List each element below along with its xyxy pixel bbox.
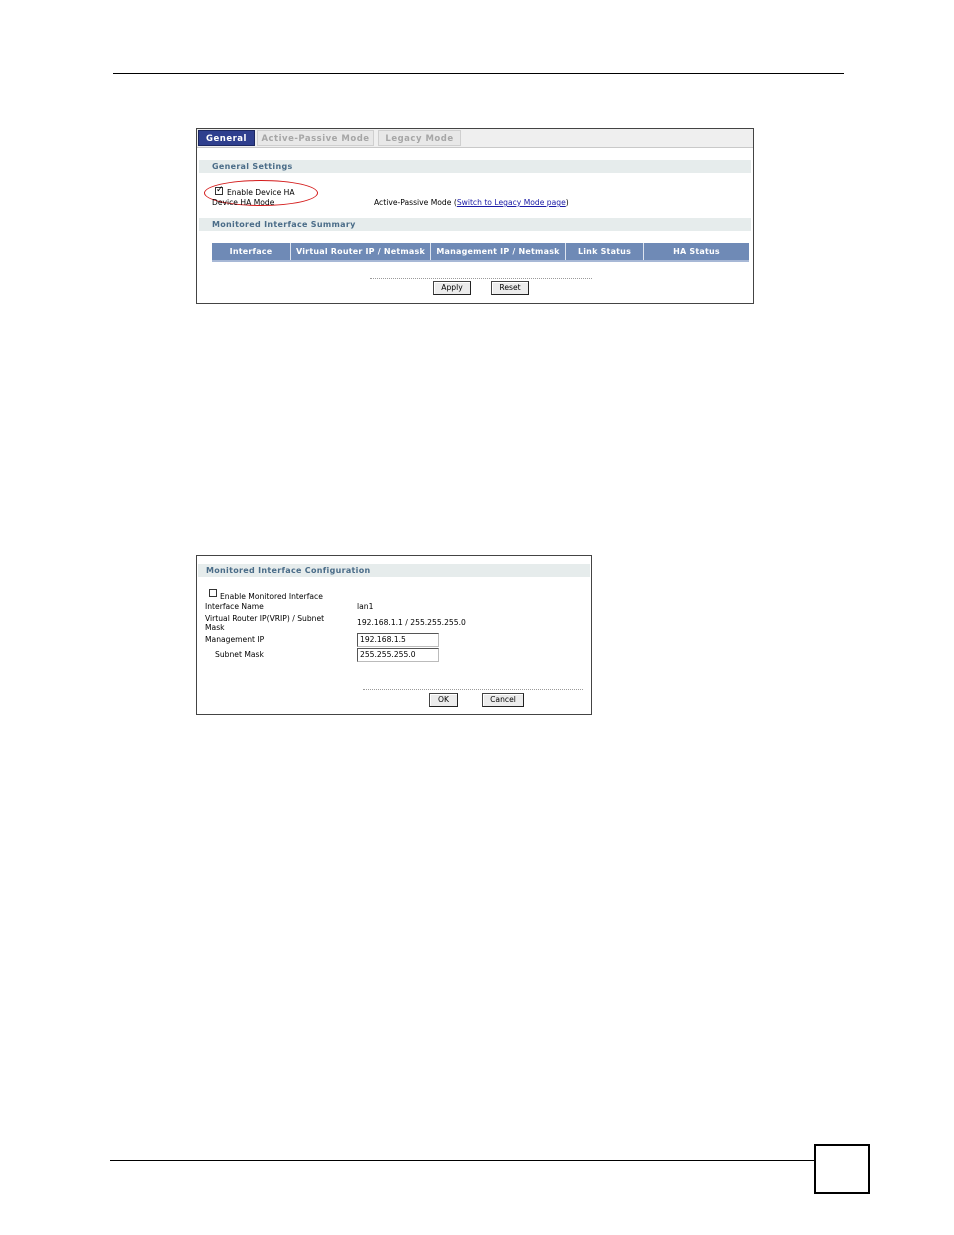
tab-legacy-mode[interactable]: Legacy Mode — [378, 130, 461, 146]
interface-name-label: Interface Name — [205, 602, 264, 611]
column-management-ip[interactable]: Management IP / Netmask — [431, 243, 566, 260]
device-ha-mode-text: Active-Passive Mode — [374, 198, 452, 207]
tab-general[interactable]: General — [198, 130, 255, 146]
column-interface[interactable]: Interface — [212, 243, 291, 260]
paren-close: ) — [565, 198, 569, 207]
button-divider — [370, 278, 592, 279]
button-divider — [363, 689, 583, 690]
monitored-interface-summary-header: Monitored Interface Summary — [199, 218, 751, 231]
reset-button[interactable]: Reset — [491, 281, 529, 295]
monitored-interface-config-header: Monitored Interface Configuration — [198, 564, 590, 577]
enable-monitored-interface-label: Enable Monitored Interface — [220, 592, 323, 601]
tab-strip: General Active-Passive Mode Legacy Mode — [197, 129, 753, 148]
column-ha-status[interactable]: HA Status — [644, 243, 749, 260]
ok-button[interactable]: OK — [429, 693, 458, 707]
vrip-label-line2: Mask — [205, 623, 225, 632]
tab-active-passive-mode[interactable]: Active-Passive Mode — [257, 130, 374, 146]
management-ip-input[interactable]: 192.168.1.5 — [357, 633, 439, 647]
page-number-box — [814, 1144, 870, 1194]
subnet-mask-input[interactable]: 255.255.255.0 — [357, 648, 439, 662]
column-virtual-router-ip[interactable]: Virtual Router IP / Netmask — [291, 243, 431, 260]
monitored-interface-table-header: Interface Virtual Router IP / Netmask Ma… — [212, 243, 749, 262]
enable-monitored-interface-checkbox[interactable] — [209, 589, 217, 597]
apply-button[interactable]: Apply — [433, 281, 471, 295]
device-ha-mode-label: Device HA Mode — [212, 198, 275, 207]
general-settings-header: General Settings — [199, 160, 751, 173]
interface-name-value: lan1 — [357, 602, 374, 611]
switch-to-legacy-mode-link[interactable]: Switch to Legacy Mode page — [457, 198, 566, 207]
column-link-status[interactable]: Link Status — [566, 243, 644, 260]
page-header-rule — [113, 73, 844, 74]
subnet-mask-label: Subnet Mask — [215, 650, 264, 659]
cancel-button[interactable]: Cancel — [482, 693, 524, 707]
device-ha-mode-value: Active-Passive Mode (Switch to Legacy Mo… — [374, 198, 569, 208]
vrip-value: 192.168.1.1 / 255.255.255.0 — [357, 618, 466, 627]
management-ip-label: Management IP — [205, 635, 265, 644]
monitored-interface-config-panel: Monitored Interface Configuration Enable… — [196, 555, 592, 715]
page-footer-rule — [110, 1160, 815, 1161]
